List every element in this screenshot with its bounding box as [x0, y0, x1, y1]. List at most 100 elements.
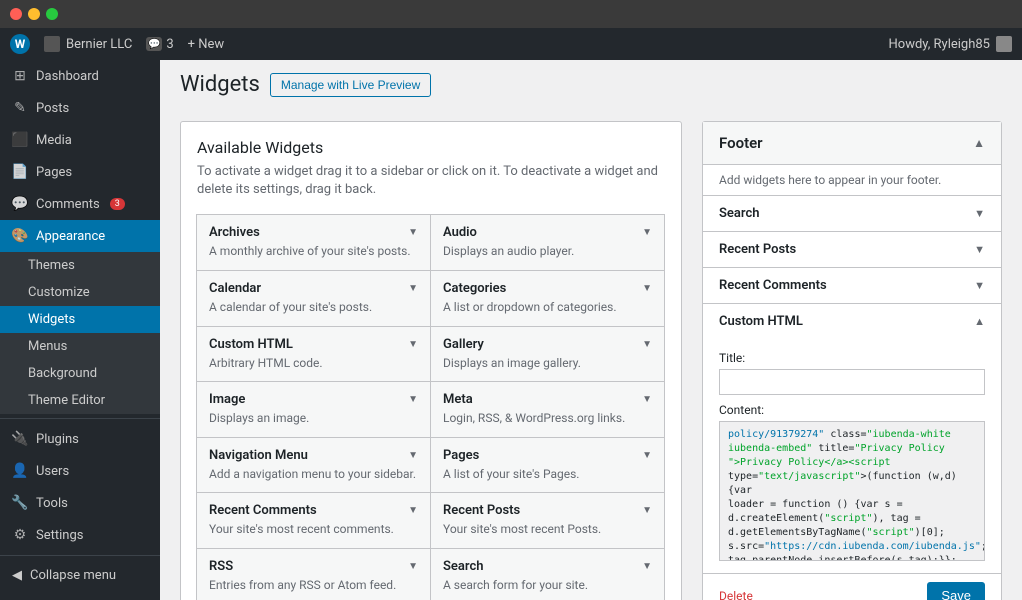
new-post-link[interactable]: + New: [188, 37, 225, 52]
sidebar-item-widgets[interactable]: Widgets: [0, 306, 160, 333]
comment-bubble-icon: 💬: [146, 37, 162, 51]
widget-dropdown-icon[interactable]: ▼: [642, 394, 652, 405]
sidebar-item-users[interactable]: 👤 Users: [0, 455, 160, 487]
sidebar-item-plugins[interactable]: 🔌 Plugins: [0, 423, 160, 455]
widget-item-search[interactable]: Search ▼ A search form for your site.: [430, 548, 665, 600]
widget-dropdown-icon[interactable]: ▼: [642, 505, 652, 516]
available-widgets-panel: Available Widgets To activate a widget d…: [180, 121, 682, 600]
sidebar-item-menus[interactable]: Menus: [0, 333, 160, 360]
widget-desc: Your site's most recent comments.: [209, 522, 418, 538]
widget-item-meta[interactable]: Meta ▼ Login, RSS, & WordPress.org links…: [430, 381, 665, 438]
widget-slot-search: Search ▼: [703, 196, 1001, 232]
widget-slot-header-recent-posts[interactable]: Recent Posts ▼: [703, 232, 1001, 267]
widget-title: Custom HTML: [209, 337, 293, 352]
content-label: Content:: [719, 403, 985, 417]
sidebar-item-dashboard[interactable]: ⊞ Dashboard: [0, 60, 160, 92]
widget-item-navigation-menu[interactable]: Navigation Menu ▼ Add a navigation menu …: [196, 437, 431, 494]
sidebar-item-background[interactable]: Background: [0, 360, 160, 387]
widget-desc: Arbitrary HTML code.: [209, 356, 418, 372]
widget-slot-header-search[interactable]: Search ▼: [703, 196, 1001, 231]
widget-item-custom-html[interactable]: Custom HTML ▼ Arbitrary HTML code.: [196, 326, 431, 383]
widget-item-image[interactable]: Image ▼ Displays an image.: [196, 381, 431, 438]
widget-item-header: Search ▼: [443, 559, 652, 574]
widget-item-categories[interactable]: Categories ▼ A list or dropdown of categ…: [430, 270, 665, 327]
sidebar-item-label: Comments: [36, 197, 100, 212]
close-button[interactable]: [10, 8, 22, 20]
footer-chevron-icon[interactable]: ▲: [973, 136, 985, 150]
custom-html-slot-chevron-icon[interactable]: ▲: [974, 315, 985, 328]
footer-header: Footer ▲: [703, 122, 1001, 165]
widget-dropdown-icon[interactable]: ▼: [408, 505, 418, 516]
widget-item-header: Audio ▼: [443, 225, 652, 240]
widget-item-archives[interactable]: Archives ▼ A monthly archive of your sit…: [196, 214, 431, 271]
comments-link[interactable]: 💬 3: [146, 37, 173, 52]
appearance-icon: 🎨: [12, 228, 28, 244]
widget-dropdown-icon[interactable]: ▼: [642, 339, 652, 350]
site-name: Bernier LLC: [66, 37, 132, 52]
widget-title: Meta: [443, 392, 473, 407]
sidebar-item-tools[interactable]: 🔧 Tools: [0, 487, 160, 519]
sidebar-item-theme-editor[interactable]: Theme Editor: [0, 387, 160, 414]
site-name-link[interactable]: Bernier LLC: [44, 36, 132, 52]
sidebar-item-pages[interactable]: 📄 Pages: [0, 156, 160, 188]
sidebar-item-customize[interactable]: Customize: [0, 279, 160, 306]
widget-item-recent-comments[interactable]: Recent Comments ▼ Your site's most recen…: [196, 492, 431, 549]
widget-desc: Add a navigation menu to your sidebar.: [209, 467, 418, 483]
widget-dropdown-icon[interactable]: ▼: [642, 450, 652, 461]
appearance-submenu: Themes Customize Widgets Menus Backgroun…: [0, 252, 160, 414]
wordpress-logo[interactable]: W: [10, 34, 30, 54]
sidebar-item-label: Settings: [36, 528, 83, 543]
widget-desc: A calendar of your site's posts.: [209, 300, 418, 316]
sidebar-item-settings[interactable]: ⚙ Settings: [0, 519, 160, 551]
widget-dropdown-icon[interactable]: ▼: [642, 561, 652, 572]
sidebar-item-label: Media: [36, 133, 72, 148]
widget-dropdown-icon[interactable]: ▼: [408, 450, 418, 461]
widget-item-rss[interactable]: RSS ▼ Entries from any RSS or Atom feed.: [196, 548, 431, 600]
delete-link[interactable]: Delete: [719, 589, 753, 600]
widget-dropdown-icon[interactable]: ▼: [408, 561, 418, 572]
recent-comments-slot-chevron-icon[interactable]: ▼: [974, 279, 985, 292]
code-content-area[interactable]: policy/91379274" class="iubenda-white iu…: [719, 421, 985, 561]
comments-icon: 💬: [12, 196, 28, 212]
widget-item-pages[interactable]: Pages ▼ A list of your site's Pages.: [430, 437, 665, 494]
comments-count: 3: [166, 37, 173, 52]
custom-html-expanded: Title: Content: policy/91379274" class="…: [703, 339, 1001, 574]
widget-slot-title-search: Search: [719, 206, 760, 221]
widget-dropdown-icon[interactable]: ▼: [408, 227, 418, 238]
widget-dropdown-icon[interactable]: ▼: [408, 283, 418, 294]
page-title-row: Widgets Manage with Live Preview: [180, 72, 1002, 97]
widget-title: Calendar: [209, 281, 261, 296]
maximize-button[interactable]: [46, 8, 58, 20]
widget-desc: A monthly archive of your site's posts.: [209, 244, 418, 260]
sidebar-divider-2: [0, 555, 160, 556]
save-button[interactable]: Save: [927, 582, 985, 600]
widget-dropdown-icon[interactable]: ▼: [408, 394, 418, 405]
sidebar-item-media[interactable]: ⬛ Media: [0, 124, 160, 156]
widget-dropdown-icon[interactable]: ▼: [642, 283, 652, 294]
widget-slot-header-custom-html[interactable]: Custom HTML ▲: [703, 304, 1001, 339]
widget-item-gallery[interactable]: Gallery ▼ Displays an image gallery.: [430, 326, 665, 383]
sidebar-item-label: Users: [36, 464, 69, 479]
custom-html-title-input[interactable]: [719, 369, 985, 395]
widget-desc: Displays an audio player.: [443, 244, 652, 260]
widget-item-header: Custom HTML ▼: [209, 337, 418, 352]
widget-item-header: Navigation Menu ▼: [209, 448, 418, 463]
widget-item-header: Calendar ▼: [209, 281, 418, 296]
widget-item-audio[interactable]: Audio ▼ Displays an audio player.: [430, 214, 665, 271]
widget-dropdown-icon[interactable]: ▼: [642, 227, 652, 238]
traffic-lights: [10, 8, 58, 20]
minimize-button[interactable]: [28, 8, 40, 20]
sidebar-item-themes[interactable]: Themes: [0, 252, 160, 279]
widget-item-recent-posts[interactable]: Recent Posts ▼ Your site's most recent P…: [430, 492, 665, 549]
recent-posts-slot-chevron-icon[interactable]: ▼: [974, 243, 985, 256]
collapse-menu-item[interactable]: ◀ Collapse menu: [0, 560, 160, 591]
sidebar-item-posts[interactable]: ✎ Posts: [0, 92, 160, 124]
widget-item-calendar[interactable]: Calendar ▼ A calendar of your site's pos…: [196, 270, 431, 327]
sidebar-item-appearance[interactable]: 🎨 Appearance: [0, 220, 160, 252]
admin-avatar[interactable]: [996, 36, 1012, 52]
widget-dropdown-icon[interactable]: ▼: [408, 339, 418, 350]
manage-live-preview-button[interactable]: Manage with Live Preview: [270, 73, 431, 97]
search-slot-chevron-icon[interactable]: ▼: [974, 207, 985, 220]
sidebar-item-comments[interactable]: 💬 Comments 3: [0, 188, 160, 220]
widget-slot-header-recent-comments[interactable]: Recent Comments ▼: [703, 268, 1001, 303]
